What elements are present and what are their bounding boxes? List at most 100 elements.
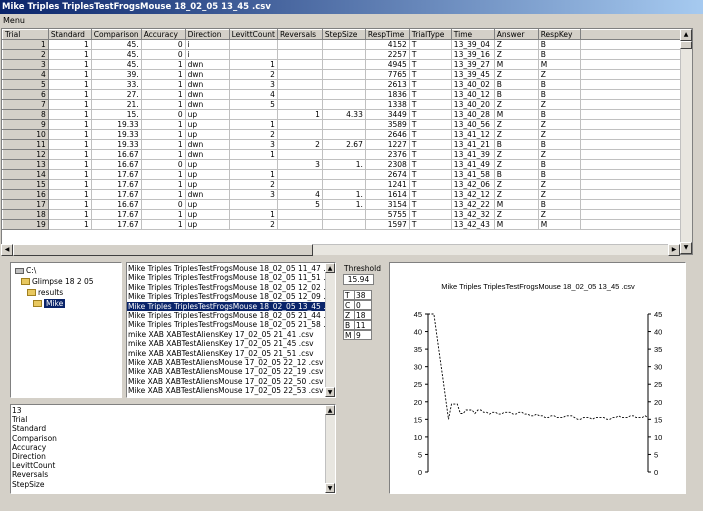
table-cell[interactable] [228, 39, 278, 50]
table-cell[interactable]: 3 [2, 59, 49, 70]
scroll-up-arrow-icon[interactable]: ▲ [325, 405, 335, 415]
table-row[interactable]: 15 1 17.67 1 up 2 1241 T 13_42_06 Z Z [2, 179, 692, 190]
table-cell[interactable]: 13_42_22 [450, 199, 495, 210]
table-cell[interactable]: T [408, 89, 452, 100]
scroll-left-arrow-icon[interactable]: ◀ [1, 244, 13, 256]
table-cell[interactable]: 1. [321, 189, 366, 200]
table-cell[interactable] [276, 79, 323, 90]
table-row[interactable]: 10 1 19.33 1 up 2 2646 T 13_41_12 Z Z [2, 129, 692, 140]
table-cell[interactable]: 5 [228, 99, 278, 110]
table-cell[interactable]: Z [537, 189, 581, 200]
table-cell[interactable]: M [493, 219, 539, 230]
table-cell[interactable]: Z [537, 119, 581, 130]
table-cell[interactable]: T [408, 49, 452, 60]
table-cell[interactable]: 1 [47, 119, 92, 130]
table-cell[interactable]: 13_42_43 [450, 219, 495, 230]
table-cell[interactable]: Z [493, 149, 539, 160]
table-cell[interactable]: 7 [2, 99, 49, 110]
list-item[interactable]: Mike Triples TriplesTestFrogsMouse 18_02… [127, 311, 335, 320]
table-cell[interactable]: 1 [47, 199, 92, 210]
list-item[interactable]: Reversals [11, 470, 335, 479]
table-cell[interactable]: B [537, 109, 581, 120]
table-cell[interactable]: 13_41_49 [450, 159, 495, 170]
table-cell[interactable]: 45. [90, 59, 142, 70]
list-item[interactable]: Mike XAB XABTestAliensMouse 17_02_05 23_… [127, 396, 335, 397]
list-item[interactable]: Mike XAB XABTestAliensMouse 17_02_05 22_… [127, 367, 335, 376]
table-cell[interactable]: 3154 [364, 199, 410, 210]
table-cell[interactable]: up [184, 169, 230, 180]
table-cell[interactable]: 17.67 [90, 209, 142, 220]
table-cell[interactable]: 1 [140, 129, 186, 140]
table-cell[interactable]: dwn [184, 59, 230, 70]
table-cell[interactable]: i [184, 49, 230, 60]
list-item[interactable]: Standard [11, 424, 335, 433]
list-item[interactable]: Trial [11, 415, 335, 424]
table-cell[interactable]: Z [493, 129, 539, 140]
table-row[interactable]: 1 1 45. 0 i 4152 T 13_39_04 Z B [2, 39, 692, 50]
table-cell[interactable]: 3 [228, 79, 278, 90]
table-cell[interactable]: B [537, 89, 581, 100]
table-cell[interactable]: 1 [276, 109, 323, 120]
table-cell[interactable]: Z [493, 49, 539, 60]
table-cell[interactable]: 1 [140, 69, 186, 80]
table-cell[interactable]: dwn [184, 89, 230, 100]
table-row[interactable]: 12 1 16.67 1 dwn 1 2376 T 13_41_39 Z Z [2, 149, 692, 160]
field-list-scrollbar[interactable]: ▲ ▼ [325, 405, 335, 493]
list-item[interactable]: Mike Triples TriplesTestFrogsMouse 18_02… [127, 320, 335, 329]
table-cell[interactable]: 1. [321, 199, 366, 210]
list-item[interactable]: Mike XAB XABTestAliensMouse 17_02_05 22_… [127, 377, 335, 386]
table-cell[interactable]: 0 [140, 109, 186, 120]
table-cell[interactable]: T [408, 39, 452, 50]
table-cell[interactable]: up [184, 129, 230, 140]
tree-item[interactable]: C:\ [15, 266, 36, 275]
table-cell[interactable]: 18 [2, 209, 49, 220]
list-item[interactable]: mike XAB XABTestAliensKey 17_02_05 21_51… [127, 349, 335, 358]
table-cell[interactable]: 1 [140, 99, 186, 110]
table-cell[interactable]: dwn [184, 69, 230, 80]
table-cell[interactable]: 1 [140, 139, 186, 150]
table-cell[interactable]: T [408, 79, 452, 90]
table-cell[interactable]: dwn [184, 79, 230, 90]
table-cell[interactable] [321, 169, 366, 180]
table-row[interactable]: 13 1 16.67 0 up 3 1. 2308 T 13_41_49 Z B [2, 159, 692, 170]
table-cell[interactable] [321, 59, 366, 70]
table-cell[interactable]: B [493, 139, 539, 150]
column-header[interactable]: Time [450, 29, 495, 40]
table-cell[interactable]: 1 [47, 209, 92, 220]
list-item[interactable]: 13 [11, 406, 335, 415]
table-cell[interactable] [276, 169, 323, 180]
list-item[interactable]: Direction [11, 452, 335, 461]
table-cell[interactable]: 2613 [364, 79, 410, 90]
table-cell[interactable]: 1 [47, 59, 92, 70]
table-cell[interactable] [321, 49, 366, 60]
table-cell[interactable]: 1 [47, 79, 92, 90]
table-row[interactable]: 18 1 17.67 1 up 1 5755 T 13_42_32 Z Z [2, 209, 692, 220]
table-cell[interactable]: 3 [276, 159, 323, 170]
grid-horizontal-scrollbar[interactable]: ◀ ▶ [1, 244, 680, 256]
table-cell[interactable]: 1227 [364, 139, 410, 150]
file-list[interactable]: Mike Triples TriplesTestFrogsMouse 18_02… [126, 262, 336, 398]
grid-vertical-scrollbar[interactable]: ▲ ▼ [680, 29, 692, 254]
table-cell[interactable]: 17.67 [90, 189, 142, 200]
table-cell[interactable]: 19.33 [90, 129, 142, 140]
table-cell[interactable]: Z [493, 209, 539, 220]
table-row[interactable]: 14 1 17.67 1 up 1 2674 T 13_41_58 B B [2, 169, 692, 180]
table-cell[interactable]: T [408, 109, 452, 120]
column-header[interactable]: Answer [493, 29, 539, 40]
table-cell[interactable]: 13_41_21 [450, 139, 495, 150]
table-cell[interactable]: 1 [47, 69, 92, 80]
table-cell[interactable]: 17 [2, 199, 49, 210]
table-cell[interactable]: 7765 [364, 69, 410, 80]
table-cell[interactable] [321, 119, 366, 130]
table-cell[interactable]: T [408, 149, 452, 160]
table-row[interactable]: 16 1 17.67 1 dwn 3 4 1. 1614 T 13_42_12 Z Z [2, 189, 692, 200]
table-cell[interactable]: M [537, 59, 581, 70]
column-header[interactable]: Reversals [276, 29, 323, 40]
column-header[interactable]: RespKey [537, 29, 581, 40]
table-cell[interactable] [276, 39, 323, 50]
table-cell[interactable]: 1 [140, 209, 186, 220]
table-cell[interactable] [276, 89, 323, 100]
table-cell[interactable]: B [537, 39, 581, 50]
list-item[interactable]: mike XAB XABTestAliensKey 17_02_05 21_41… [127, 330, 335, 339]
table-cell[interactable]: Z [493, 119, 539, 130]
